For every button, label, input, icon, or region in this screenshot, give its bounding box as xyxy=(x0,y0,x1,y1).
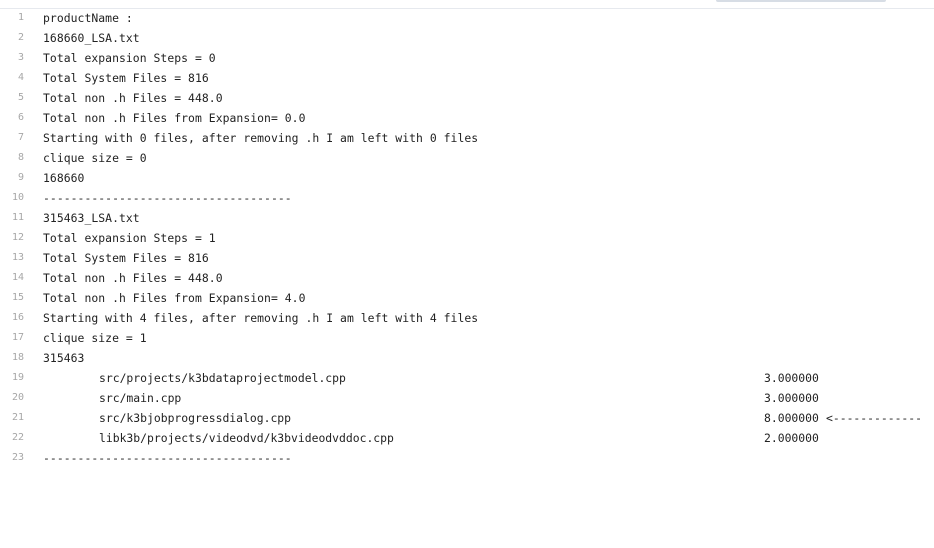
line-number: 12 xyxy=(11,232,24,243)
file-score: 3.000000 xyxy=(764,391,819,405)
line-text: Total non .h Files from Expansion= 4.0 xyxy=(43,291,306,305)
line-number: 22 xyxy=(11,432,24,443)
line-number: 3 xyxy=(17,52,24,63)
line-text: Total System Files = 816 xyxy=(43,251,209,265)
line-number: 13 xyxy=(11,252,24,263)
line-number: 23 xyxy=(11,452,24,463)
code-line: 13 Total System Files = 816 xyxy=(0,248,934,268)
line-number: 11 xyxy=(11,212,24,223)
file-score: 2.000000 xyxy=(764,431,819,445)
line-number: 19 xyxy=(11,372,24,383)
separator-text: ------------------------------------ xyxy=(43,451,292,465)
code-line: 16 Starting with 4 files, after removing… xyxy=(0,308,934,328)
line-text: clique size = 1 xyxy=(43,331,147,345)
line-number: 20 xyxy=(11,392,24,403)
code-line: 4 Total System Files = 816 xyxy=(0,68,934,88)
highlight-arrow: <------------- xyxy=(826,411,923,425)
line-text: Total System Files = 816 xyxy=(43,71,209,85)
line-number: 15 xyxy=(11,292,24,303)
code-line: 15 Total non .h Files from Expansion= 4.… xyxy=(0,288,934,308)
line-number: 16 xyxy=(11,312,24,323)
file-row: 19 src/projects/k3bdataprojectmodel.cpp … xyxy=(0,368,934,388)
code-line: 9 168660 xyxy=(0,168,934,188)
code-line: 7 Starting with 0 files, after removing … xyxy=(0,128,934,148)
line-number: 6 xyxy=(17,112,24,123)
code-line: 17 clique size = 1 xyxy=(0,328,934,348)
file-row: 21 src/k3bjobprogressdialog.cpp 8.000000… xyxy=(0,408,934,428)
file-score: 3.000000 xyxy=(764,371,819,385)
line-text: productName : xyxy=(43,11,133,25)
code-line: 10 ------------------------------------ xyxy=(0,188,934,208)
code-line: 5 Total non .h Files = 448.0 xyxy=(0,88,934,108)
file-score: 8.000000 xyxy=(764,411,819,425)
file-path: src/main.cpp xyxy=(99,391,182,405)
file-row: 20 src/main.cpp 3.000000 xyxy=(0,388,934,408)
line-text: 315463 xyxy=(43,351,85,365)
line-number: 18 xyxy=(11,352,24,363)
line-text: Total non .h Files = 448.0 xyxy=(43,91,223,105)
code-line: 11 315463_LSA.txt xyxy=(0,208,934,228)
code-line: 2 168660_LSA.txt xyxy=(0,28,934,48)
separator-text: ------------------------------------ xyxy=(43,191,292,205)
line-text: Total non .h Files from Expansion= 0.0 xyxy=(43,111,306,125)
line-number: 7 xyxy=(17,132,24,143)
line-text: Starting with 4 files, after removing .h… xyxy=(43,311,479,325)
line-text: Starting with 0 files, after removing .h… xyxy=(43,131,479,145)
file-path: libk3b/projects/videodvd/k3bvideodvddoc.… xyxy=(99,431,394,445)
line-number: 5 xyxy=(17,92,24,103)
file-path: src/projects/k3bdataprojectmodel.cpp xyxy=(99,371,346,385)
code-line: 3 Total expansion Steps = 0 xyxy=(0,48,934,68)
line-number: 8 xyxy=(17,152,24,163)
code-line: 14 Total non .h Files = 448.0 xyxy=(0,268,934,288)
line-text: Total expansion Steps = 0 xyxy=(43,51,216,65)
line-number: 14 xyxy=(11,272,24,283)
line-text: clique size = 0 xyxy=(43,151,147,165)
line-number: 21 xyxy=(11,412,24,423)
line-text: 168660 xyxy=(43,171,85,185)
code-line: 8 clique size = 0 xyxy=(0,148,934,168)
line-number: 10 xyxy=(11,192,24,203)
code-line: 1 productName : xyxy=(0,8,934,28)
line-number: 2 xyxy=(17,32,24,43)
code-line: 12 Total expansion Steps = 1 xyxy=(0,228,934,248)
code-line: 23 ------------------------------------ xyxy=(0,448,934,468)
text-editor[interactable]: 1 productName : 2 168660_LSA.txt 3 Total… xyxy=(0,8,934,467)
active-tab-indicator[interactable] xyxy=(716,0,886,2)
code-line: 6 Total non .h Files from Expansion= 0.0 xyxy=(0,108,934,128)
line-number: 4 xyxy=(17,72,24,83)
line-text: 168660_LSA.txt xyxy=(43,31,140,45)
line-text: Total expansion Steps = 1 xyxy=(43,231,216,245)
line-text: Total non .h Files = 448.0 xyxy=(43,271,223,285)
line-number: 1 xyxy=(17,12,24,23)
file-path: src/k3bjobprogressdialog.cpp xyxy=(99,411,292,425)
line-number: 9 xyxy=(17,172,24,183)
line-text: 315463_LSA.txt xyxy=(43,211,140,225)
file-row: 22 libk3b/projects/videodvd/k3bvideodvdd… xyxy=(0,428,934,448)
line-number: 17 xyxy=(11,332,24,343)
code-line: 18 315463 xyxy=(0,348,934,368)
